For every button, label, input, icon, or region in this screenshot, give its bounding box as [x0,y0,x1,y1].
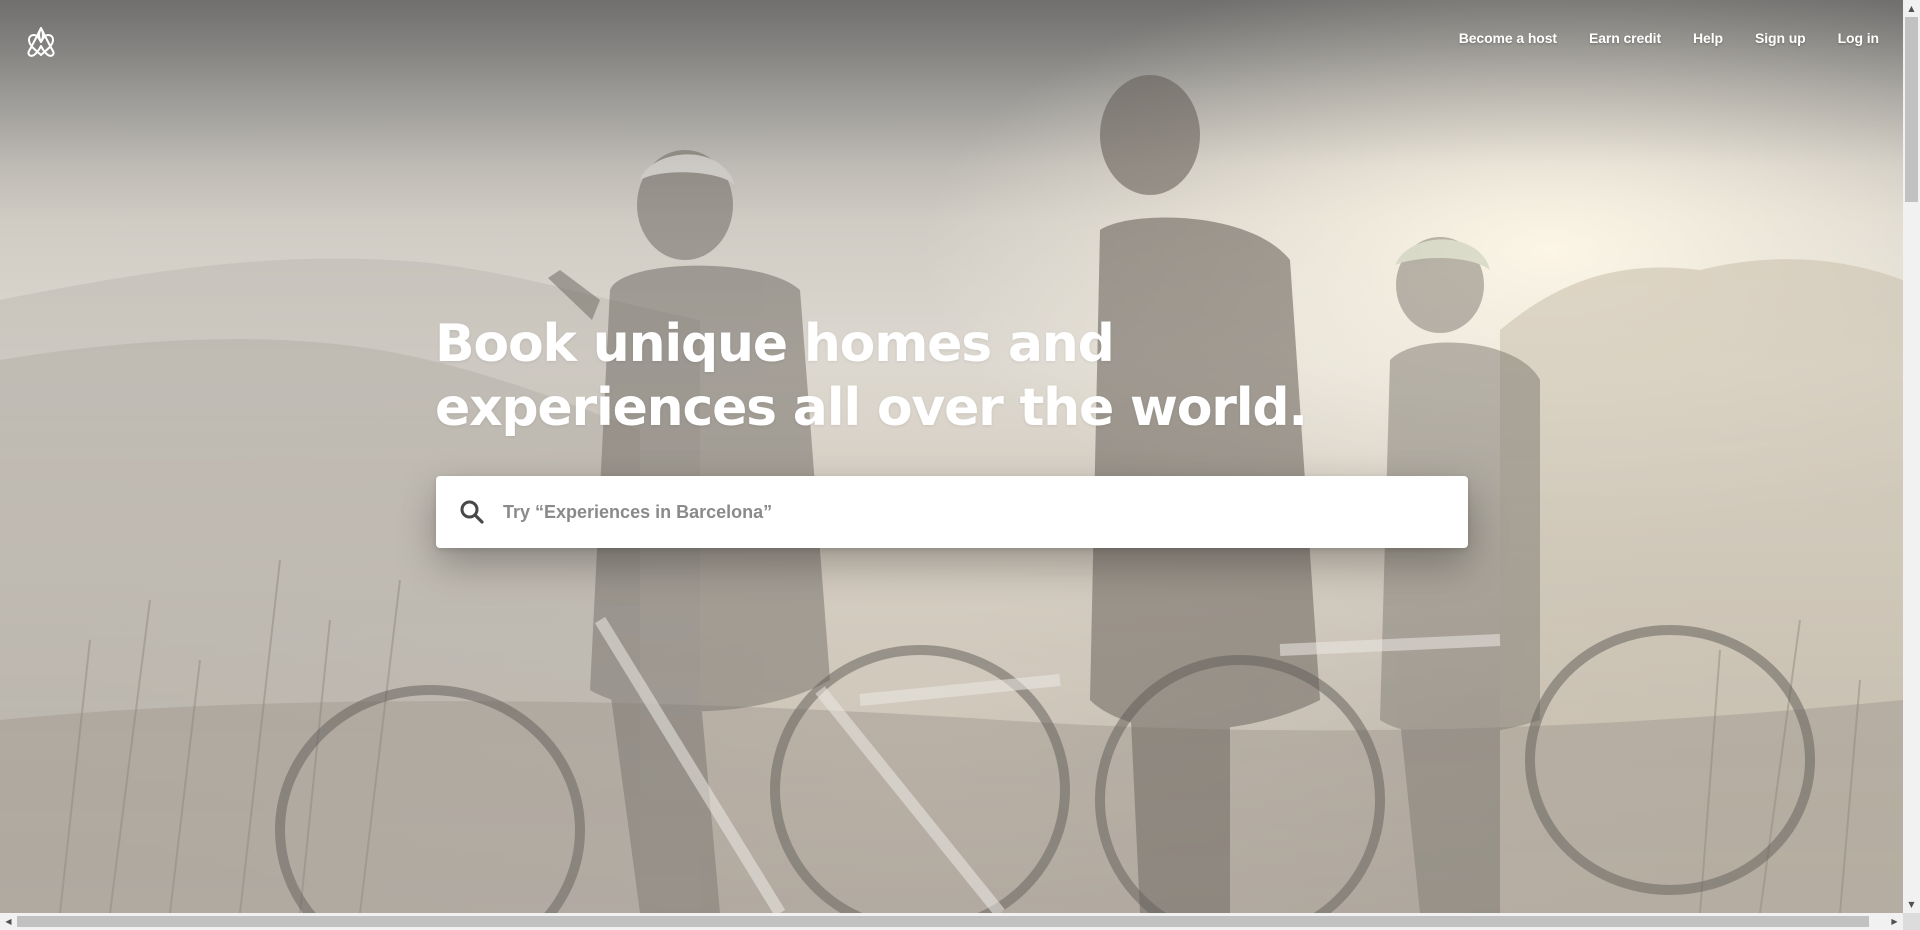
nav-become-a-host[interactable]: Become a host [1443,26,1573,50]
vertical-scroll-thumb[interactable] [1905,17,1918,202]
scroll-down-arrow-icon[interactable]: ▼ [1903,896,1920,913]
search-icon [460,500,484,524]
hero-background [0,0,1903,913]
site-header: Become a host Earn credit Help Sign up L… [0,0,1903,80]
nav-log-in[interactable]: Log in [1822,26,1895,50]
nav-earn-credit[interactable]: Earn credit [1573,26,1677,50]
hero-headline: Book unique homes and experiences all ov… [435,312,1335,440]
search-input[interactable] [503,492,1463,532]
horizontal-scrollbar[interactable]: ◀ ▶ [0,913,1903,930]
scroll-left-arrow-icon[interactable]: ◀ [0,913,17,930]
airbnb-logo-icon[interactable] [25,24,57,58]
hero-headline-line-2: experiences all over the world. [435,378,1308,438]
nav-help[interactable]: Help [1677,26,1739,50]
hero-headline-line-1: Book unique homes and [435,314,1115,374]
search-bar[interactable] [436,476,1468,548]
vertical-scrollbar[interactable]: ▲ ▼ [1903,0,1920,913]
nav-sign-up[interactable]: Sign up [1739,26,1822,50]
page-viewport: Become a host Earn credit Help Sign up L… [0,0,1903,913]
hero-photo [0,75,1903,913]
horizontal-scroll-thumb[interactable] [17,916,1869,927]
scrollbar-corner [1903,913,1920,930]
scroll-right-arrow-icon[interactable]: ▶ [1886,913,1903,930]
scroll-up-arrow-icon[interactable]: ▲ [1903,0,1920,17]
top-nav: Become a host Earn credit Help Sign up L… [1443,26,1895,50]
